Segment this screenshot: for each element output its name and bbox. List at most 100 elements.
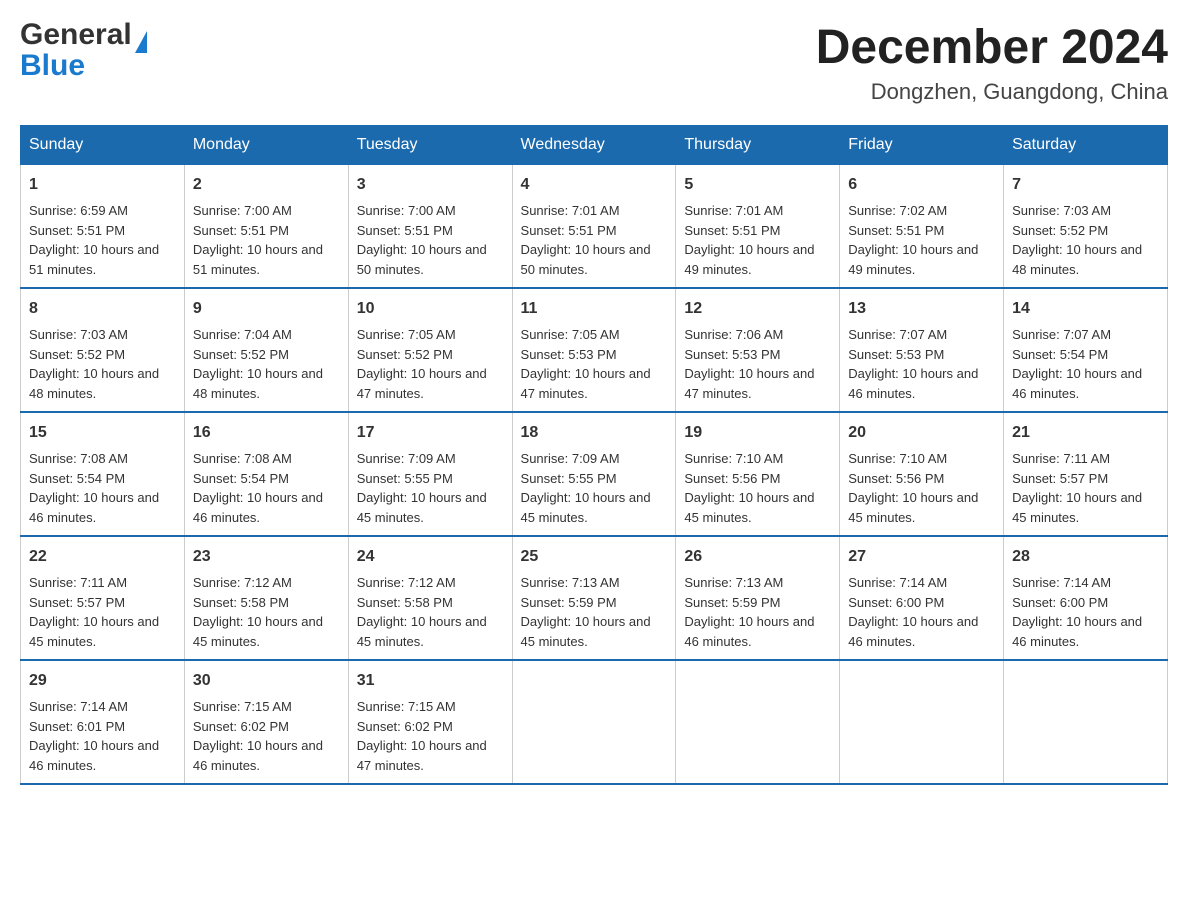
day-number: 25 [521,545,668,569]
calendar-header-friday: Friday [840,126,1004,165]
sunrise-text: Sunrise: 7:14 AM [848,573,995,593]
sunset-text: Sunset: 5:57 PM [1012,469,1159,489]
calendar-header-monday: Monday [184,126,348,165]
day-number: 27 [848,545,995,569]
calendar-cell: 21Sunrise: 7:11 AMSunset: 5:57 PMDayligh… [1004,412,1168,536]
sunrise-text: Sunrise: 7:03 AM [29,325,176,345]
sunset-text: Sunset: 5:57 PM [29,593,176,613]
calendar-week-row: 1Sunrise: 6:59 AMSunset: 5:51 PMDaylight… [21,165,1168,289]
calendar-header-thursday: Thursday [676,126,840,165]
sunrise-text: Sunrise: 7:08 AM [193,449,340,469]
sunset-text: Sunset: 5:56 PM [684,469,831,489]
calendar-header-sunday: Sunday [21,126,185,165]
sunrise-text: Sunrise: 7:10 AM [684,449,831,469]
daylight-text: Daylight: 10 hours and 51 minutes. [193,240,340,279]
day-number: 13 [848,297,995,321]
sunrise-text: Sunrise: 7:07 AM [1012,325,1159,345]
daylight-text: Daylight: 10 hours and 46 minutes. [193,488,340,527]
daylight-text: Daylight: 10 hours and 45 minutes. [29,612,176,651]
day-number: 8 [29,297,176,321]
sunrise-text: Sunrise: 7:04 AM [193,325,340,345]
sunrise-text: Sunrise: 7:15 AM [193,697,340,717]
day-number: 6 [848,173,995,197]
calendar-cell: 24Sunrise: 7:12 AMSunset: 5:58 PMDayligh… [348,536,512,660]
daylight-text: Daylight: 10 hours and 51 minutes. [29,240,176,279]
calendar-cell: 17Sunrise: 7:09 AMSunset: 5:55 PMDayligh… [348,412,512,536]
sunrise-text: Sunrise: 7:06 AM [684,325,831,345]
logo-name: General Blue [20,20,147,81]
day-number: 15 [29,421,176,445]
calendar-cell [676,660,840,784]
sunset-text: Sunset: 5:51 PM [357,221,504,241]
calendar-cell: 12Sunrise: 7:06 AMSunset: 5:53 PMDayligh… [676,288,840,412]
sunset-text: Sunset: 5:51 PM [684,221,831,241]
daylight-text: Daylight: 10 hours and 47 minutes. [521,364,668,403]
sunset-text: Sunset: 5:53 PM [521,345,668,365]
sunrise-text: Sunrise: 7:10 AM [848,449,995,469]
sunrise-text: Sunrise: 7:12 AM [193,573,340,593]
sunrise-text: Sunrise: 7:09 AM [521,449,668,469]
day-number: 28 [1012,545,1159,569]
day-number: 2 [193,173,340,197]
day-number: 31 [357,669,504,693]
calendar-cell: 1Sunrise: 6:59 AMSunset: 5:51 PMDaylight… [21,165,185,289]
sunrise-text: Sunrise: 7:14 AM [29,697,176,717]
day-number: 4 [521,173,668,197]
sunset-text: Sunset: 5:55 PM [521,469,668,489]
month-title: December 2024 [816,20,1168,75]
sunset-text: Sunset: 6:02 PM [357,717,504,737]
calendar-header-saturday: Saturday [1004,126,1168,165]
calendar-header-tuesday: Tuesday [348,126,512,165]
daylight-text: Daylight: 10 hours and 45 minutes. [521,612,668,651]
day-number: 26 [684,545,831,569]
calendar-cell: 15 Sunrise: 7:08 AMSunset: 5:54 PMDayligh… [21,412,185,536]
day-number: 5 [684,173,831,197]
daylight-text: Daylight: 10 hours and 45 minutes. [848,488,995,527]
calendar-week-row: 8Sunrise: 7:03 AMSunset: 5:52 PMDaylight… [21,288,1168,412]
sunrise-text: Sunrise: 7:00 AM [193,201,340,221]
day-number: 22 [29,545,176,569]
calendar-cell: 23Sunrise: 7:12 AMSunset: 5:58 PMDayligh… [184,536,348,660]
calendar-cell: 10Sunrise: 7:05 AMSunset: 5:52 PMDayligh… [348,288,512,412]
daylight-text: Daylight: 10 hours and 48 minutes. [1012,240,1159,279]
calendar-cell: 29Sunrise: 7:14 AMSunset: 6:01 PMDayligh… [21,660,185,784]
page-header: General Blue December 2024 Dongzhen, Gua… [20,20,1168,105]
calendar-cell: 6Sunrise: 7:02 AMSunset: 5:51 PMDaylight… [840,165,1004,289]
sunrise-text: Sunrise: 7:11 AM [1012,449,1159,469]
sunrise-text: Sunrise: 7:13 AM [684,573,831,593]
daylight-text: Daylight: 10 hours and 47 minutes. [357,736,504,775]
sunrise-text: Sunrise: 7:08 AM [29,449,176,469]
calendar-cell: 14Sunrise: 7:07 AMSunset: 5:54 PMDayligh… [1004,288,1168,412]
calendar-cell: 5Sunrise: 7:01 AMSunset: 5:51 PMDaylight… [676,165,840,289]
sunset-text: Sunset: 5:51 PM [193,221,340,241]
calendar-cell [512,660,676,784]
daylight-text: Daylight: 10 hours and 45 minutes. [684,488,831,527]
logo-blue-text: Blue [20,51,147,81]
sunrise-text: Sunrise: 7:02 AM [848,201,995,221]
calendar-cell: 11Sunrise: 7:05 AMSunset: 5:53 PMDayligh… [512,288,676,412]
daylight-text: Daylight: 10 hours and 45 minutes. [193,612,340,651]
daylight-text: Daylight: 10 hours and 46 minutes. [193,736,340,775]
day-number: 20 [848,421,995,445]
location-text: Dongzhen, Guangdong, China [816,79,1168,105]
daylight-text: Daylight: 10 hours and 46 minutes. [29,488,176,527]
daylight-text: Daylight: 10 hours and 47 minutes. [357,364,504,403]
sunset-text: Sunset: 6:00 PM [848,593,995,613]
sunset-text: Sunset: 5:54 PM [29,469,176,489]
daylight-text: Daylight: 10 hours and 50 minutes. [357,240,504,279]
daylight-text: Daylight: 10 hours and 45 minutes. [357,612,504,651]
calendar-cell: 8Sunrise: 7:03 AMSunset: 5:52 PMDaylight… [21,288,185,412]
calendar-cell: 3Sunrise: 7:00 AMSunset: 5:51 PMDaylight… [348,165,512,289]
sunrise-text: Sunrise: 7:01 AM [521,201,668,221]
calendar-week-row: 29Sunrise: 7:14 AMSunset: 6:01 PMDayligh… [21,660,1168,784]
sunset-text: Sunset: 5:59 PM [684,593,831,613]
day-number: 19 [684,421,831,445]
daylight-text: Daylight: 10 hours and 50 minutes. [521,240,668,279]
sunrise-text: Sunrise: 7:05 AM [521,325,668,345]
calendar-cell: 18Sunrise: 7:09 AMSunset: 5:55 PMDayligh… [512,412,676,536]
sunset-text: Sunset: 6:00 PM [1012,593,1159,613]
day-number: 7 [1012,173,1159,197]
sunrise-text: Sunrise: 7:11 AM [29,573,176,593]
day-number: 1 [29,173,176,197]
calendar-cell: 30Sunrise: 7:15 AMSunset: 6:02 PMDayligh… [184,660,348,784]
